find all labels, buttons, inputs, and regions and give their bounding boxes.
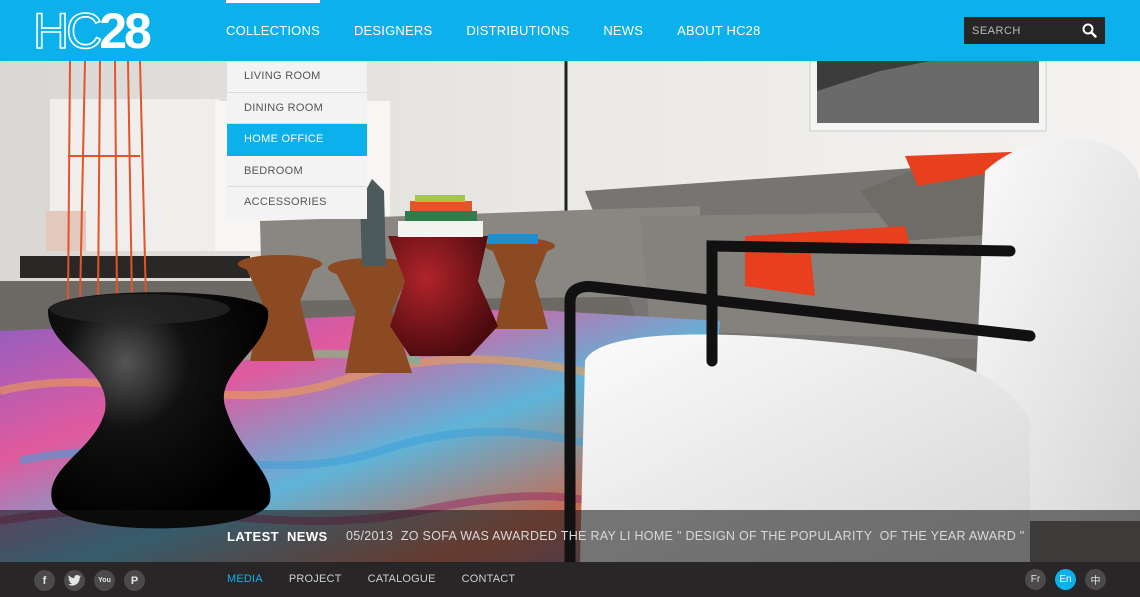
pinterest-icon[interactable]: P xyxy=(124,570,145,591)
site-footer: f You P MEDIA PROJECT CATALOGUE CONTACT … xyxy=(0,562,1140,597)
site-header: HC 28 COLLECTIONS DESIGNERS DISTRIBUTIONS… xyxy=(0,0,1140,61)
youtube-icon[interactable]: You xyxy=(94,570,115,591)
search-input[interactable] xyxy=(964,17,1074,44)
social-links: f You P xyxy=(34,570,145,591)
logo-solid-text: 28 xyxy=(99,3,152,59)
dropdown-item-home-office[interactable]: HOME OFFICE xyxy=(227,124,367,156)
interior-scene xyxy=(0,61,1140,562)
twitter-bird-glyph xyxy=(68,575,81,586)
dropdown-item-dining-room[interactable]: DINING ROOM xyxy=(227,93,367,125)
news-heading-part1: LATEST xyxy=(227,528,279,544)
nav-item-designers[interactable]: DESIGNERS xyxy=(354,0,432,61)
footer-link-media[interactable]: MEDIA xyxy=(227,562,263,597)
youtube-glyph: You xyxy=(98,577,111,584)
news-heading-part2: NEWS xyxy=(287,528,328,544)
facebook-glyph: f xyxy=(42,574,47,587)
hc28-logo[interactable]: HC 28 xyxy=(32,3,152,59)
dropdown-item-living-room[interactable]: LIVING ROOM xyxy=(227,61,367,93)
footer-link-project[interactable]: PROJECT xyxy=(289,562,342,597)
dropdown-item-accessories[interactable]: ACCESSORIES xyxy=(227,187,367,219)
pinterest-glyph: P xyxy=(130,574,139,587)
nav-item-collections[interactable]: COLLECTIONS xyxy=(226,0,320,61)
search-button[interactable] xyxy=(1074,17,1105,44)
main-nav: COLLECTIONS DESIGNERS DISTRIBUTIONS NEWS… xyxy=(226,0,795,61)
search-icon xyxy=(1082,23,1097,38)
nav-item-about[interactable]: ABOUT HC28 xyxy=(677,0,760,61)
lang-fr[interactable]: Fr xyxy=(1025,569,1046,590)
nav-item-news[interactable]: NEWS xyxy=(603,0,643,61)
lang-en[interactable]: En xyxy=(1055,569,1076,590)
lang-zh[interactable]: 中 xyxy=(1085,569,1106,590)
footer-link-catalogue[interactable]: CATALOGUE xyxy=(368,562,436,597)
language-switcher: Fr En 中 xyxy=(1025,569,1106,590)
nav-item-distributions[interactable]: DISTRIBUTIONS xyxy=(466,0,569,61)
footer-nav: MEDIA PROJECT CATALOGUE CONTACT xyxy=(227,562,541,597)
collections-dropdown: LIVING ROOM DINING ROOM HOME OFFICE BEDR… xyxy=(227,61,367,219)
news-headline[interactable]: 05/2013 ZO SOFA WAS AWARDED THE RAY LI H… xyxy=(346,529,1025,543)
hero-image xyxy=(0,61,1140,562)
dropdown-item-bedroom[interactable]: BEDROOM xyxy=(227,156,367,188)
search-box xyxy=(964,17,1105,44)
footer-link-contact[interactable]: CONTACT xyxy=(462,562,516,597)
logo-outline-text: HC xyxy=(32,3,103,59)
facebook-icon[interactable]: f xyxy=(34,570,55,591)
news-heading: LATEST NEWS xyxy=(227,529,328,544)
twitter-icon[interactable] xyxy=(64,570,85,591)
latest-news-bar: LATEST NEWS 05/2013 ZO SOFA WAS AWARDED T… xyxy=(0,510,1140,562)
